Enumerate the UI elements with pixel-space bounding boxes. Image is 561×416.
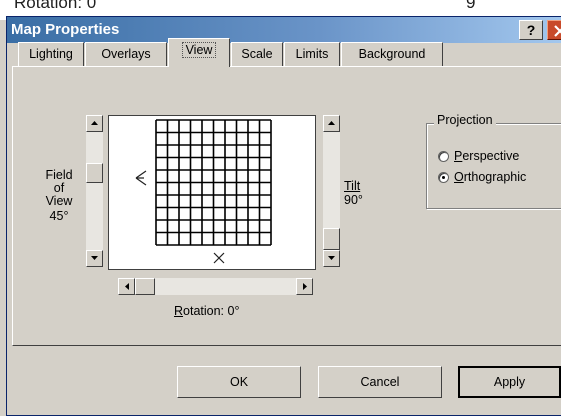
grid-lines xyxy=(155,119,272,246)
tab-scale[interactable]: Scale xyxy=(231,42,283,66)
fov-label-line-1: Field xyxy=(45,168,73,182)
tab-label-lighting: Lighting xyxy=(29,47,73,61)
ok-button-label: OK xyxy=(229,375,249,389)
tilt-up-button[interactable] xyxy=(323,115,340,132)
radio-selected-dot-icon xyxy=(442,176,445,179)
down-arrow-icon xyxy=(91,256,98,260)
fov-down-button[interactable] xyxy=(86,250,103,267)
projection-groupbox xyxy=(426,123,561,209)
down-arrow-icon xyxy=(328,256,335,260)
radio-orthographic-label: Orthographic xyxy=(454,170,527,184)
rotation-slider-thumb[interactable] xyxy=(135,278,155,295)
field-of-view-label: Field of View 45° xyxy=(36,168,82,223)
right-arrow-icon xyxy=(303,283,307,290)
fov-slider-track[interactable] xyxy=(86,132,103,250)
tilt-slider-thumb[interactable] xyxy=(323,228,340,250)
rotation-label: Rotation: 0° xyxy=(174,304,239,318)
radio-perspective-label: Perspective xyxy=(454,149,520,163)
rotation-value: Rotation: 0° xyxy=(174,304,240,318)
ok-button[interactable]: OK xyxy=(177,366,301,398)
background-fragment-text: 9 xyxy=(466,0,476,12)
apply-button[interactable]: Apply xyxy=(458,366,561,398)
tab-label-view: View xyxy=(181,42,217,58)
tab-limits[interactable]: Limits xyxy=(284,42,340,66)
tilt-label: Tilt xyxy=(344,179,361,193)
tab-label-scale: Scale xyxy=(241,47,273,61)
tilt-down-button[interactable] xyxy=(323,250,340,267)
tab-lighting[interactable]: Lighting xyxy=(18,42,84,66)
dialog-title: Map Properties xyxy=(11,21,120,38)
cancel-button[interactable]: Cancel xyxy=(318,366,442,398)
tab-label-limits: Limits xyxy=(295,47,329,61)
background-rotation-text: Rotation: 0 xyxy=(14,0,97,12)
help-button[interactable]: ? xyxy=(519,20,543,40)
up-arrow-icon xyxy=(328,121,335,125)
preview-grid xyxy=(135,119,272,264)
left-arrow-icon xyxy=(125,283,129,290)
fov-label-line-2: of xyxy=(53,181,65,195)
fov-label-line-3: View xyxy=(45,194,73,208)
tab-view[interactable]: View xyxy=(168,38,230,67)
cancel-button-label: Cancel xyxy=(360,375,400,389)
rotation-right-button[interactable] xyxy=(296,278,313,295)
title-bar[interactable]: Map Properties ? xyxy=(7,17,561,43)
tab-label-background: Background xyxy=(358,47,426,61)
close-icon xyxy=(554,25,561,37)
radio-perspective-circle[interactable] xyxy=(438,151,449,162)
tilt-value: 90° xyxy=(344,193,363,207)
radio-orthographic-circle[interactable] xyxy=(438,172,449,183)
view-preview xyxy=(108,115,316,270)
fov-up-button[interactable] xyxy=(86,115,103,132)
tilt-slider-track[interactable] xyxy=(323,132,340,250)
tab-overlays[interactable]: Overlays xyxy=(85,42,167,66)
close-button[interactable] xyxy=(547,20,561,40)
fov-slider-thumb[interactable] xyxy=(86,163,103,183)
tab-background[interactable]: Background xyxy=(341,42,443,66)
tab-label-overlays: Overlays xyxy=(101,47,151,61)
tilt-indicator-icon xyxy=(135,170,147,186)
fov-value: 45° xyxy=(49,209,69,223)
help-icon: ? xyxy=(526,22,536,38)
projection-title: Projection xyxy=(434,113,496,127)
tilt-label-group: Tilt 90° xyxy=(344,179,376,207)
rotation-indicator-icon xyxy=(213,252,225,264)
rotation-slider-track[interactable] xyxy=(135,278,296,295)
rotation-left-button[interactable] xyxy=(118,278,135,295)
up-arrow-icon xyxy=(91,121,98,125)
apply-button-label: Apply xyxy=(493,375,526,389)
